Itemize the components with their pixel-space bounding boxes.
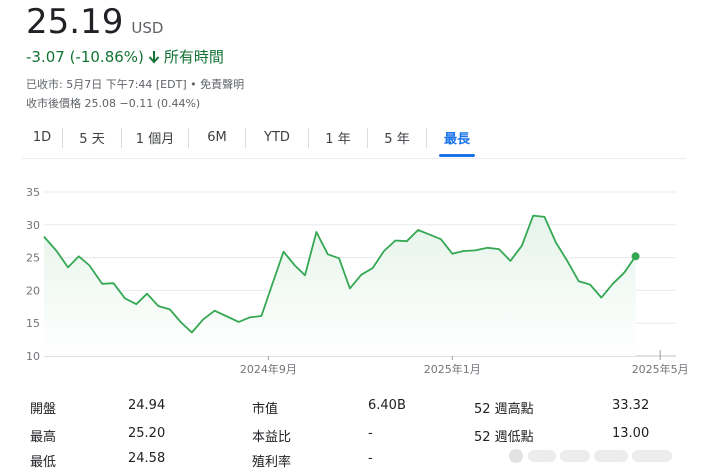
after-hours-info: 收市後價格 25.08 −0.11 (0.44%) bbox=[26, 97, 201, 110]
tab-ytd[interactable]: YTD bbox=[246, 126, 308, 149]
y-tick-label: 10 bbox=[26, 350, 40, 363]
range-tabs: 1D 5 天 1 個月 6M YTD 1 年 5 年 最長 bbox=[22, 124, 475, 157]
current-price-dot bbox=[631, 252, 640, 261]
tab-5d[interactable]: 5 天 bbox=[63, 124, 121, 151]
stat-high-label: 最高 bbox=[30, 430, 57, 445]
currency-label: USD bbox=[131, 19, 164, 37]
tab-6m[interactable]: 6M bbox=[189, 126, 245, 149]
stat-pe-label: 本益比 bbox=[252, 430, 292, 445]
tab-divider bbox=[426, 127, 427, 148]
y-tick-label: 35 bbox=[26, 186, 40, 199]
stat-yield-label: 殖利率 bbox=[252, 455, 292, 470]
y-tick-label: 15 bbox=[26, 317, 40, 330]
change-value: -3.07 (-10.86%) bbox=[26, 47, 144, 66]
stat-low-label: 最低 bbox=[30, 455, 57, 470]
stat-pe-value: - bbox=[368, 426, 373, 441]
tab-1y[interactable]: 1 年 bbox=[309, 124, 367, 151]
change-period: 所有時間 bbox=[163, 48, 224, 66]
price-area-fill bbox=[44, 215, 636, 356]
y-tick-label: 25 bbox=[26, 252, 40, 265]
x-tick-label: 2024年9月 bbox=[240, 362, 297, 376]
arrow-down-icon bbox=[148, 50, 160, 63]
stat-high-value: 25.20 bbox=[128, 426, 166, 441]
price-header: 25.19 USD bbox=[26, 2, 163, 42]
watermark-logo bbox=[509, 449, 672, 463]
current-price: 25.19 bbox=[26, 2, 124, 42]
stat-yield-value: - bbox=[368, 451, 373, 466]
stat-mktcap-label: 市值 bbox=[252, 402, 279, 417]
stat-52wk-low-value: 13.00 bbox=[612, 426, 650, 441]
market-closed-info: 已收市: 5月7日 下午7:44 [EDT] • 免責聲明 bbox=[26, 78, 245, 91]
x-tick-label: 2025年5月 bbox=[632, 362, 689, 376]
stat-low-value: 24.58 bbox=[128, 451, 166, 466]
stat-52wk-low-label: 52 週低點 bbox=[474, 430, 534, 445]
x-tick-label: 2025年1月 bbox=[424, 362, 481, 376]
tab-1m[interactable]: 1 個月 bbox=[122, 124, 188, 151]
tab-1d[interactable]: 1D bbox=[22, 126, 62, 149]
tab-5y[interactable]: 5 年 bbox=[368, 124, 426, 151]
stat-mktcap-value: 6.40B bbox=[368, 398, 406, 413]
header-divider bbox=[22, 158, 686, 159]
stat-open-value: 24.94 bbox=[128, 398, 166, 413]
stat-52wk-high-label: 52 週高點 bbox=[474, 402, 534, 417]
y-tick-label: 30 bbox=[26, 219, 40, 232]
tab-max[interactable]: 最長 bbox=[439, 124, 475, 157]
stat-52wk-high-value: 33.32 bbox=[612, 398, 650, 413]
price-change: -3.07 (-10.86%) 所有時間 bbox=[26, 46, 224, 67]
y-tick-label: 20 bbox=[26, 284, 40, 297]
price-chart[interactable]: 10 15 20 25 30 35 2024年9月 2025年1月 2025年5月 bbox=[0, 175, 708, 380]
stat-open-label: 開盤 bbox=[30, 402, 57, 417]
